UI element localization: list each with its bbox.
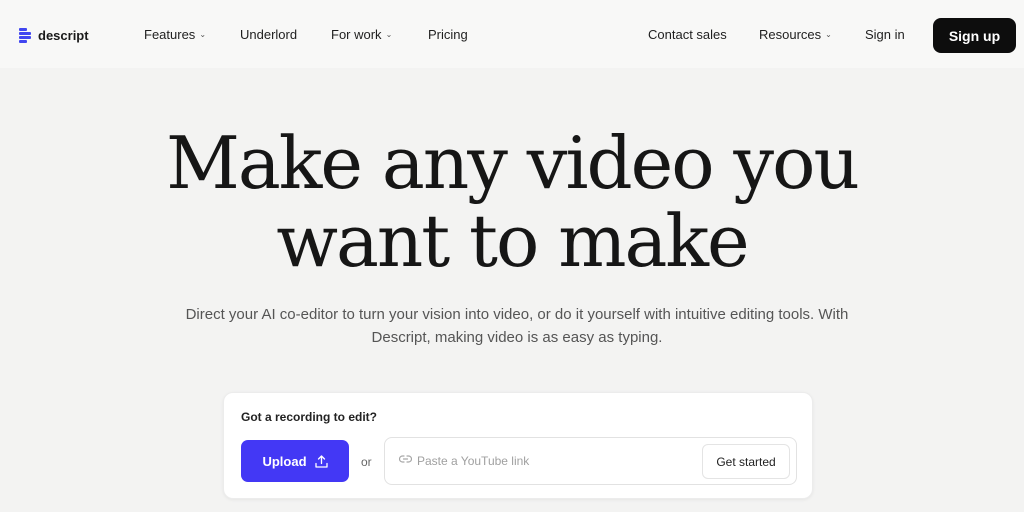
nav-contact-sales[interactable]: Contact sales <box>648 27 727 42</box>
hero-headline: Make any video you want to make <box>0 124 1024 280</box>
chevron-down-icon: ⌄ <box>825 30 832 39</box>
or-separator: or <box>361 455 372 469</box>
upload-card: Got a recording to edit? Upload or Get s… <box>223 392 813 499</box>
nav-resources[interactable]: Resources ⌄ <box>759 27 832 42</box>
upload-button-label: Upload <box>262 453 307 469</box>
nav-sign-in-label: Sign in <box>865 27 905 42</box>
top-navigation: descript Features ⌄ Underlord For work ⌄… <box>0 0 1024 68</box>
hero-subheadline: Direct your AI co-editor to turn your vi… <box>172 303 862 349</box>
nav-pricing[interactable]: Pricing <box>428 27 468 42</box>
descript-logo-icon <box>19 27 33 43</box>
nav-resources-label: Resources <box>759 27 822 42</box>
upload-card-title: Got a recording to edit? <box>241 410 378 424</box>
nav-underlord[interactable]: Underlord <box>240 27 297 42</box>
nav-contact-sales-label: Contact sales <box>648 27 727 42</box>
upload-icon <box>314 454 328 468</box>
nav-features[interactable]: Features ⌄ <box>144 27 206 42</box>
chevron-down-icon: ⌄ <box>385 30 393 39</box>
hero-headline-line-2: want to make <box>276 199 749 283</box>
nav-for-work[interactable]: For work ⌄ <box>331 27 392 42</box>
nav-pricing-label: Pricing <box>428 27 468 42</box>
nav-sign-in[interactable]: Sign in <box>865 27 905 42</box>
get-started-button[interactable]: Get started <box>702 444 790 479</box>
sign-up-button[interactable]: Sign up <box>933 18 1016 53</box>
youtube-link-input[interactable] <box>417 451 697 471</box>
nav-features-label: Features <box>144 27 196 42</box>
hero-headline-line-1: Make any video you <box>166 121 860 205</box>
youtube-link-field: Get started <box>384 437 797 485</box>
chevron-down-icon: ⌄ <box>199 30 207 39</box>
upload-button[interactable]: Upload <box>241 440 349 482</box>
descript-logo[interactable]: descript <box>19 27 89 43</box>
brand-name: descript <box>38 27 89 43</box>
nav-for-work-label: For work <box>331 27 382 42</box>
hero-subheadline-line-1: Direct your AI co-editor to turn your vi… <box>185 306 849 323</box>
nav-underlord-label: Underlord <box>240 27 298 42</box>
link-icon <box>399 455 412 463</box>
hero-subheadline-line-2: Descript, making video is as easy as typ… <box>371 329 663 346</box>
